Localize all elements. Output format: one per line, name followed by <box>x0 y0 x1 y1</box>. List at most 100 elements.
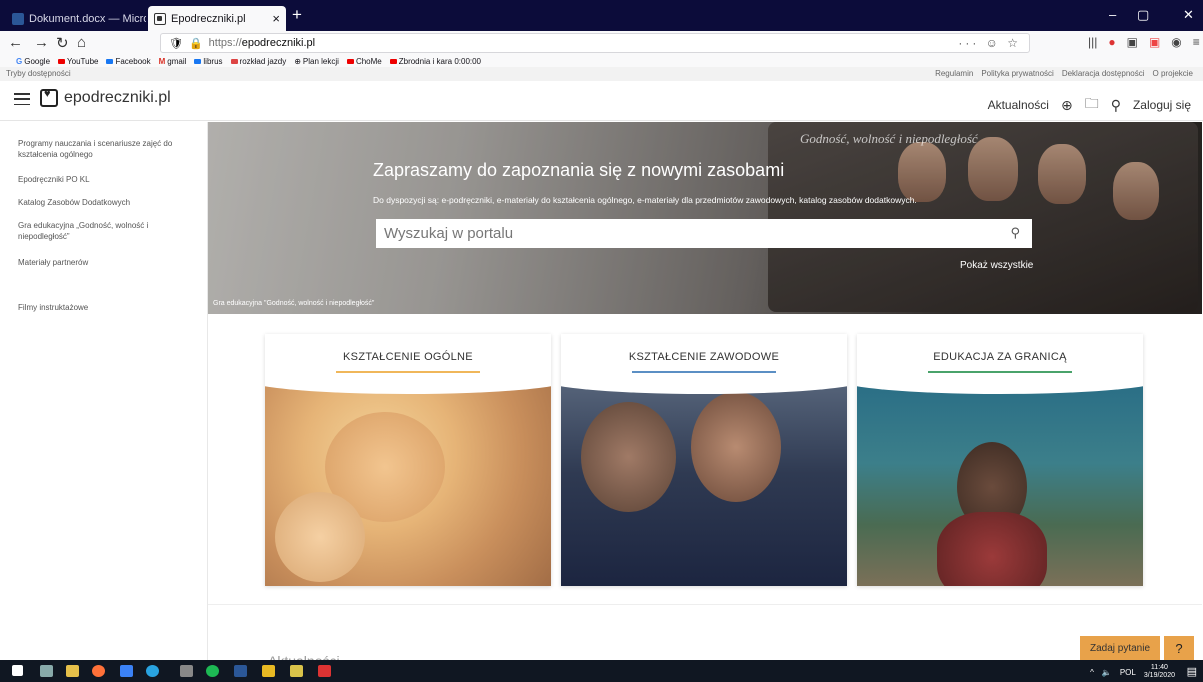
sidebar-item-game[interactable]: Gra edukacyjna „Godność, wolność i niepo… <box>18 220 198 242</box>
portal-search-input[interactable]: Wyszukaj w portalu ⚲ <box>376 219 1032 248</box>
card-accent-bar <box>336 371 480 373</box>
word-taskbar-icon[interactable] <box>234 665 247 677</box>
login-link[interactable]: Zaloguj się <box>1133 98 1191 112</box>
sidebar-item-partners[interactable]: Materiały partnerów <box>18 257 198 268</box>
utility-bar: Tryby dostępności Regulamin Polityka pry… <box>0 67 1203 81</box>
pdf-app-icon[interactable] <box>290 665 303 677</box>
bookmark-google[interactable]: G Google <box>16 57 50 66</box>
bookmark-chome[interactable]: ChoMe <box>346 57 382 66</box>
windows-start-icon[interactable] <box>12 665 23 676</box>
pocket-icon[interactable]: ▣ <box>1149 35 1160 49</box>
app-icon[interactable] <box>146 665 159 677</box>
hero-title: Zapraszamy do zapoznania się z nowymi za… <box>373 160 785 180</box>
site-header: epodreczniki.pl Aktualności ⊕ 🗀 ⚲ Zalogu… <box>0 81 1203 121</box>
adblock-icon[interactable]: ● <box>1108 35 1115 49</box>
system-tray: ^ 🔈 POL 11:40 3/19/2020 <box>1090 664 1175 680</box>
bookmark-facebook[interactable]: Facebook <box>106 57 151 66</box>
hero-subtitle: Do dyspozycji są: e-podręczniki, e-mater… <box>373 195 917 205</box>
login-arrow-icon[interactable]: ⊕ <box>1061 97 1073 114</box>
tab-label: Epodreczniki.pl <box>171 12 246 25</box>
extension-icon[interactable]: ◉ <box>1171 35 1181 49</box>
sidebar-item-catalog[interactable]: Katalog Zasobów Dodatkowych <box>18 197 198 208</box>
maximize-button[interactable]: ▢ <box>1137 7 1149 23</box>
privacy-policy-link[interactable]: Polityka prywatności <box>981 69 1053 78</box>
tab-word-document[interactable]: Dokument.docx — Microsoft × <box>6 6 146 31</box>
workers-image <box>561 382 847 586</box>
page-actions-icons[interactable]: ··· ☺ ☆ <box>958 36 1021 50</box>
hero-caption: Gra edukacyjna "Godność, wolność i niepo… <box>213 300 375 307</box>
lock-icon[interactable]: 🔒 <box>189 37 203 50</box>
presentation-icon[interactable] <box>318 665 331 677</box>
tab-epodreczniki[interactable]: Epodreczniki.pl × <box>148 6 286 31</box>
windows-taskbar: ^ 🔈 POL 11:40 3/19/2020 ▤ <box>0 660 1203 682</box>
bookmark-zbrodnia[interactable]: Zbrodnia i kara 0:00:00 <box>389 57 481 66</box>
user-icon[interactable]: ⚲ <box>1111 97 1121 114</box>
back-button[interactable]: ← <box>8 34 23 51</box>
accessibility-declaration-link[interactable]: Deklaracja dostępności <box>1062 69 1145 78</box>
card-general-education[interactable]: KSZTAŁCENIE OGÓLNE <box>265 334 551 586</box>
search-placeholder: Wyszukaj w portalu <box>384 225 514 242</box>
task-view-icon[interactable] <box>40 665 53 677</box>
notifications-icon[interactable]: ▤ <box>1187 665 1197 678</box>
card-accent-bar <box>632 371 776 373</box>
traveler-city-image <box>857 382 1143 586</box>
regulamin-link[interactable]: Regulamin <box>935 69 973 78</box>
reload-button[interactable]: ↻ <box>56 34 69 52</box>
language-indicator[interactable]: POL <box>1120 668 1136 677</box>
bookmark-rozklad-jazdy[interactable]: rozkład jazdy <box>230 57 286 66</box>
check-app-icon[interactable] <box>120 665 133 677</box>
site-name: epodreczniki.pl <box>64 89 171 106</box>
minimize-button[interactable]: – <box>1109 7 1116 22</box>
youtube-icon <box>58 58 66 64</box>
calculator-icon[interactable] <box>180 665 193 677</box>
shield-icon[interactable]: 🛡 <box>169 37 183 50</box>
file-explorer-icon[interactable] <box>66 665 79 677</box>
facebook-icon <box>106 58 114 64</box>
close-window-button[interactable]: ✕ <box>1183 7 1194 23</box>
sidebar-item-tutorials[interactable]: Filmy instruktażowe <box>18 302 198 313</box>
url-protocol: https:// <box>208 37 242 49</box>
google-icon: G <box>16 56 23 66</box>
forward-button[interactable]: → <box>34 34 49 51</box>
show-all-link[interactable]: Pokaż wszystkie <box>960 260 1033 271</box>
firefox-icon[interactable] <box>92 665 105 677</box>
clock[interactable]: 11:40 3/19/2020 <box>1144 664 1175 680</box>
bookmark-gmail[interactable]: Mgmail <box>159 57 187 66</box>
spotify-icon[interactable] <box>206 665 219 677</box>
address-bar[interactable]: 🛡 🔒 https:// epodreczniki.pl ··· ☺ ☆ <box>160 33 1030 53</box>
menu-icon[interactable]: ≡ <box>1193 35 1200 49</box>
ask-question-button[interactable]: Zadaj pytanie <box>1080 636 1160 660</box>
clock-time: 11:40 <box>1150 664 1168 671</box>
card-education-abroad[interactable]: EDUKACJA ZA GRANICĄ <box>857 334 1143 586</box>
volume-icon[interactable]: 🔈 <box>1102 668 1112 677</box>
home-button[interactable]: ⌂ <box>77 34 86 51</box>
about-project-link[interactable]: O projekcie <box>1153 69 1193 78</box>
children-smiling-image <box>265 382 551 586</box>
bookmark-librus[interactable]: librus <box>194 57 223 66</box>
hero-banner: Godność, wolność i niepodległość Zaprasz… <box>208 122 1202 314</box>
help-button[interactable]: ? <box>1164 636 1194 660</box>
card-vocational-education[interactable]: KSZTAŁCENIE ZAWODOWE <box>561 334 847 586</box>
tab-label: Dokument.docx — Microsoft <box>29 12 146 25</box>
sidebar-item-epodreczniki-pokl[interactable]: Epodręczniki PO KL <box>18 174 198 185</box>
reader-icon[interactable]: ▣ <box>1127 35 1138 49</box>
hero-book-title: Godność, wolność i niepodległość <box>800 131 978 146</box>
word-icon <box>12 12 24 25</box>
bookmark-plan-lekcji[interactable]: ⊕ Plan lekcji <box>294 57 339 66</box>
librus-icon <box>194 58 202 64</box>
library-icon[interactable]: ||| <box>1088 35 1097 49</box>
epodreczniki-favicon-icon <box>154 12 166 25</box>
bookmark-youtube[interactable]: YouTube <box>58 57 98 66</box>
search-icon[interactable]: ⚲ <box>1010 225 1020 241</box>
new-tab-button[interactable]: + <box>292 5 302 25</box>
sidebar-item-programs[interactable]: Programy nauczania i scenariusze zajęć d… <box>18 138 198 160</box>
folder-icon[interactable]: 🗀 <box>1085 93 1099 117</box>
accessibility-modes-link[interactable]: Tryby dostępności <box>6 69 71 78</box>
news-link[interactable]: Aktualności <box>988 98 1049 112</box>
notes-icon[interactable] <box>262 665 275 677</box>
site-logo[interactable]: epodreczniki.pl <box>40 88 171 107</box>
hamburger-menu-icon[interactable] <box>14 93 30 105</box>
close-tab-icon[interactable]: × <box>272 11 280 26</box>
tray-up-arrow-icon[interactable]: ^ <box>1090 668 1094 677</box>
navigation-bar: ← → ↻ ⌂ 🛡 🔒 https:// epodreczniki.pl ···… <box>0 31 1203 55</box>
